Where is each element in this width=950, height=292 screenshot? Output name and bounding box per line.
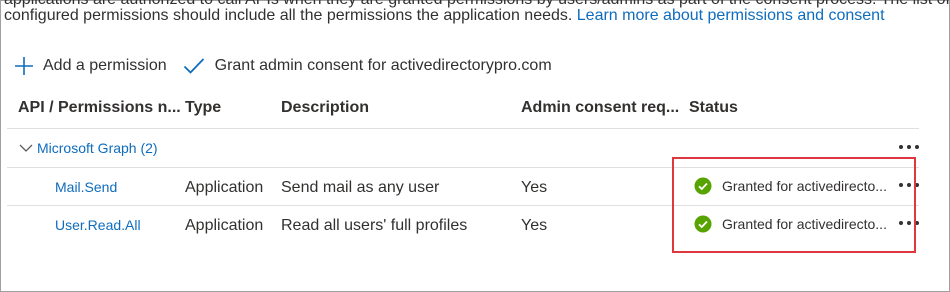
- column-header-type[interactable]: Type: [185, 99, 221, 117]
- toolbar: Add a permission Grant admin consent for…: [14, 55, 552, 77]
- group-label: Microsoft Graph (2): [37, 140, 158, 156]
- learn-more-link[interactable]: Learn more about permissions and consent: [577, 7, 885, 24]
- checkmark-icon: [183, 58, 204, 74]
- header-divider: [7, 128, 919, 129]
- row-type: Application: [185, 179, 264, 196]
- intro-description: configured permissions should include al…: [4, 7, 573, 24]
- grant-admin-consent-label: Grant admin consent for activedirectoryp…: [214, 57, 552, 74]
- column-header-admin-consent[interactable]: Admin consent req...: [521, 99, 679, 117]
- row-admin-consent: Yes: [521, 217, 548, 234]
- group-row-microsoft-graph[interactable]: Microsoft Graph (2): [18, 140, 158, 156]
- chevron-down-icon: [19, 144, 33, 152]
- row-description: Send mail as any user: [281, 179, 440, 196]
- column-header-description[interactable]: Description: [281, 99, 369, 117]
- permission-link-mail-send[interactable]: Mail.Send: [55, 179, 117, 195]
- add-permission-button[interactable]: Add a permission: [14, 56, 167, 76]
- row-type: Application: [185, 217, 264, 234]
- more-icon: [899, 145, 903, 149]
- column-header-status[interactable]: Status: [689, 99, 738, 117]
- row-admin-consent: Yes: [521, 179, 548, 196]
- intro-text: configured permissions should include al…: [4, 7, 885, 25]
- group-more-button[interactable]: [899, 142, 919, 152]
- grant-admin-consent-button[interactable]: Grant admin consent for activedirectoryp…: [183, 57, 552, 75]
- permission-link-user-read-all[interactable]: User.Read.All: [55, 217, 141, 233]
- column-header-api[interactable]: API / Permissions n...: [18, 99, 181, 117]
- highlight-box: [672, 157, 916, 253]
- row-description: Read all users' full profiles: [281, 217, 468, 234]
- plus-icon: [15, 57, 33, 75]
- add-permission-label: Add a permission: [43, 57, 167, 74]
